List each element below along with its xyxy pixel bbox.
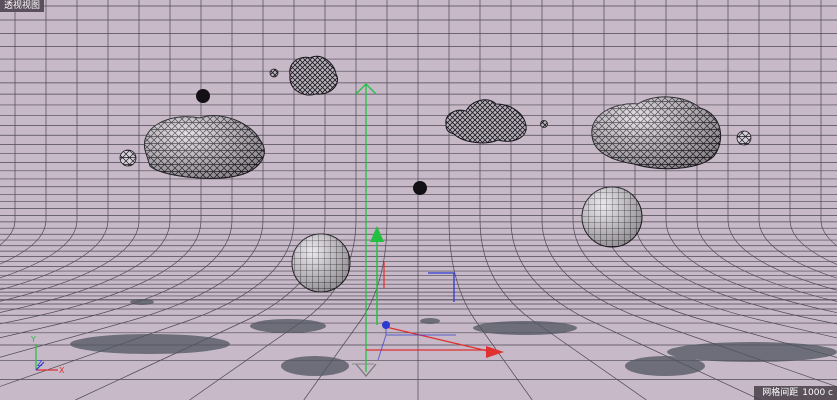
grid-line	[758, 0, 837, 279]
cloud-right[interactable]	[591, 96, 722, 170]
grid-line	[665, 0, 837, 314]
perspective-viewport[interactable]: Y Z X 透视视图 网格间距 1000 c	[0, 0, 837, 400]
grid-line	[0, 0, 78, 279]
grid-line	[696, 0, 837, 302]
grid-spacing-value: 1000 c	[802, 388, 833, 398]
small-sphere[interactable]	[196, 89, 210, 103]
view-axis-indicator: Y Z X	[30, 335, 65, 375]
null-object[interactable]	[370, 226, 504, 361]
viewport-canvas[interactable]: Y Z X	[0, 0, 837, 400]
sphere[interactable]	[291, 233, 351, 293]
floor-shadows	[70, 299, 837, 376]
cloud-center[interactable]	[445, 99, 527, 144]
grid-line	[448, 0, 533, 400]
grid-spacing-label: 网格间距	[762, 388, 799, 398]
svg-text:Z: Z	[37, 359, 43, 368]
grid-line	[789, 0, 837, 265]
grid-spacing-readout: 网格间距 1000 c	[754, 386, 837, 400]
cloud-top-small[interactable]	[289, 55, 338, 96]
grid-line	[820, 0, 837, 247]
cloud-left[interactable]	[143, 115, 265, 179]
sphere[interactable]	[581, 186, 643, 248]
grid-line	[634, 0, 837, 325]
grid-line	[603, 0, 837, 339]
small-sphere[interactable]	[413, 181, 427, 195]
svg-text:Y: Y	[30, 335, 36, 344]
viewport-label[interactable]: 透视视图	[0, 0, 45, 12]
svg-text:X: X	[59, 366, 65, 375]
grid-line	[0, 0, 47, 265]
grid-line	[0, 0, 16, 246]
grid-line	[541, 0, 837, 388]
